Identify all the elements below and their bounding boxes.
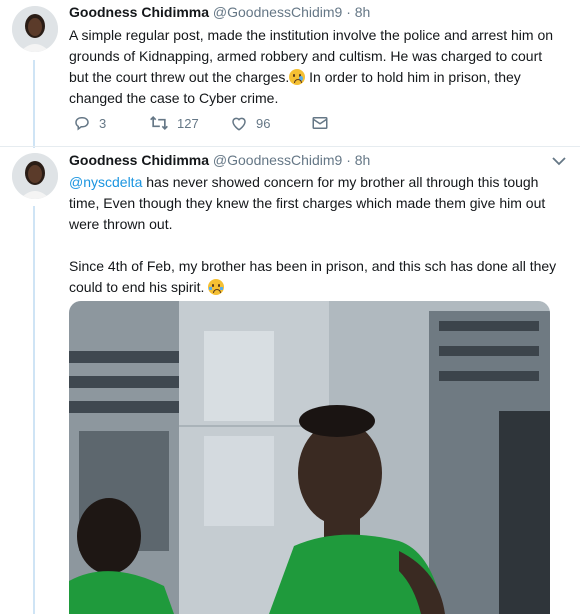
tweet[interactable]: Goodness Chidimma @GoodnessChidim9 · 8h … — [0, 0, 580, 146]
timestamp[interactable]: 8h — [355, 152, 371, 168]
display-name[interactable]: Goodness Chidimma — [69, 152, 209, 168]
separator-dot: · — [346, 152, 351, 168]
direct-message-button[interactable] — [311, 114, 329, 132]
user-handle[interactable]: @GoodnessChidim9 — [213, 4, 342, 20]
mention-link[interactable]: @nyscdelta — [69, 174, 142, 190]
crying-face-icon — [289, 69, 306, 85]
tweet-text: A simple regular post, made the institut… — [69, 25, 564, 109]
envelope-icon — [312, 117, 328, 129]
timestamp[interactable]: 8h — [355, 4, 371, 20]
loudly-crying-face-icon — [208, 279, 225, 295]
user-handle[interactable]: @GoodnessChidim9 — [213, 152, 342, 168]
retweet-button[interactable]: 127 — [149, 114, 199, 132]
retweet-count: 127 — [177, 115, 199, 131]
avatar[interactable] — [12, 6, 58, 52]
avatar[interactable] — [12, 153, 58, 199]
separator-dot: · — [346, 4, 351, 20]
tweet[interactable]: Goodness Chidimma @GoodnessChidim9 · 8h … — [0, 147, 580, 614]
reply-button[interactable]: 3 — [73, 114, 106, 132]
tweet-text: @nyscdelta has never showed concern for … — [69, 172, 564, 298]
retweet-icon — [150, 115, 168, 131]
like-button[interactable]: 96 — [230, 114, 270, 132]
reply-icon — [75, 117, 89, 131]
heart-icon — [232, 117, 246, 131]
tweet-photo[interactable] — [69, 301, 550, 614]
tweet-text-part: Since 4th of Feb, my brother has been in… — [69, 258, 557, 295]
chevron-down-icon[interactable] — [552, 156, 566, 166]
tweet-header: Goodness Chidimma @GoodnessChidim9 · 8h — [69, 152, 370, 168]
tweet-header: Goodness Chidimma @GoodnessChidim9 · 8h — [69, 4, 370, 20]
reply-count: 3 — [99, 115, 107, 131]
display-name[interactable]: Goodness Chidimma — [69, 4, 209, 20]
like-count: 96 — [256, 115, 271, 131]
